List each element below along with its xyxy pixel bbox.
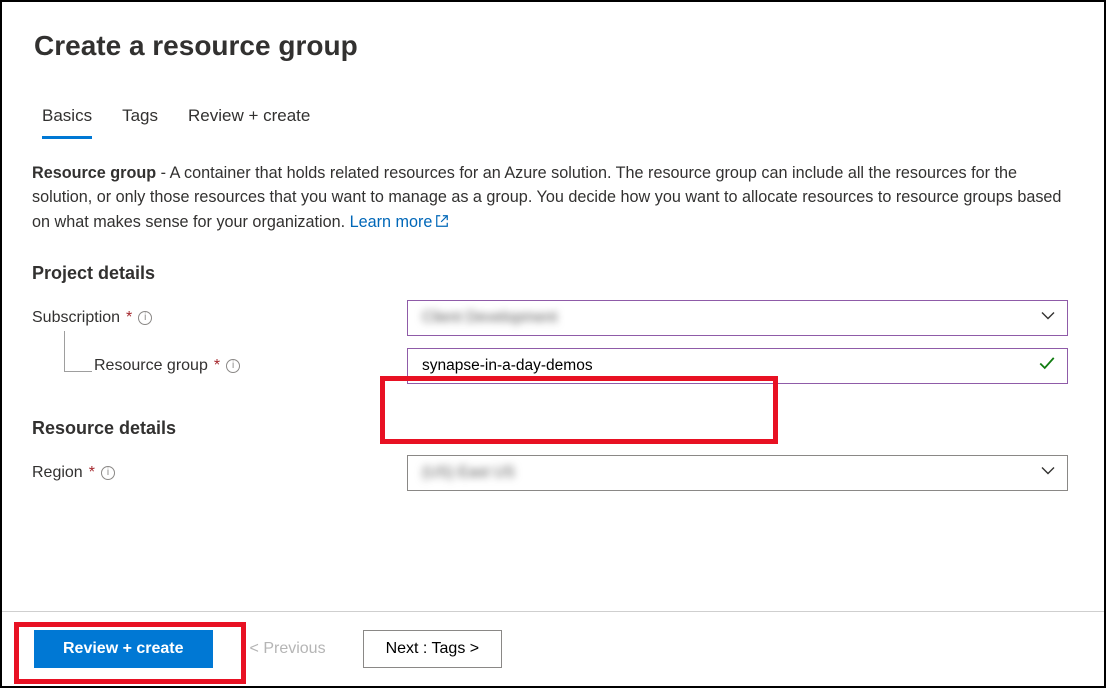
footer-bar: Review + create < Previous Next : Tags > — [2, 611, 1104, 686]
page-title: Create a resource group — [2, 2, 1104, 74]
info-icon[interactable]: i — [101, 466, 115, 480]
subscription-label-text: Subscription — [32, 309, 120, 327]
region-select[interactable]: (US) East US — [407, 455, 1068, 491]
region-value-redacted: (US) East US — [422, 464, 515, 482]
resource-group-label: Resource group * i — [32, 357, 407, 375]
resource-group-row: Resource group * i — [2, 342, 1104, 390]
subscription-row: Subscription * i Client Development — [2, 294, 1104, 342]
tab-tags[interactable]: Tags — [122, 106, 158, 139]
region-label: Region * i — [32, 464, 407, 482]
external-link-icon — [435, 211, 449, 235]
subscription-label: Subscription * i — [32, 309, 407, 327]
next-button[interactable]: Next : Tags > — [363, 630, 503, 668]
review-create-button[interactable]: Review + create — [34, 630, 213, 668]
subscription-value-redacted: Client Development — [422, 309, 557, 327]
description-bold: Resource group — [32, 164, 156, 182]
required-star: * — [89, 464, 95, 482]
tab-bar: Basics Tags Review + create — [2, 74, 1104, 139]
description-text: Resource group - A container that holds … — [2, 139, 1104, 235]
region-row: Region * i (US) East US — [2, 449, 1104, 497]
project-details-heading: Project details — [2, 235, 1104, 294]
learn-more-link[interactable]: Learn more — [350, 213, 433, 231]
resource-group-input[interactable] — [407, 348, 1068, 384]
resource-details-heading: Resource details — [2, 390, 1104, 449]
previous-button: < Previous — [227, 630, 349, 668]
info-icon[interactable]: i — [226, 359, 240, 373]
region-label-text: Region — [32, 464, 83, 482]
description-body: - A container that holds related resourc… — [32, 164, 1061, 231]
tab-basics[interactable]: Basics — [42, 106, 92, 139]
resource-group-label-text: Resource group — [94, 357, 208, 375]
required-star: * — [214, 357, 220, 375]
tab-review-create[interactable]: Review + create — [188, 106, 310, 139]
subscription-select[interactable]: Client Development — [407, 300, 1068, 336]
required-star: * — [126, 309, 132, 327]
info-icon[interactable]: i — [138, 311, 152, 325]
